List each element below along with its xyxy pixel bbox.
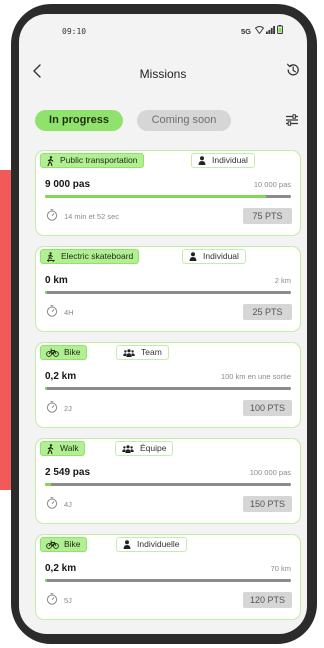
progress-fill [45, 387, 47, 390]
person-icon [123, 540, 131, 549]
mode-label: Team [141, 347, 162, 357]
status-icons [255, 25, 283, 34]
skateboard-icon [47, 251, 55, 262]
category-badge: Bike [40, 537, 87, 552]
filter-icon[interactable] [285, 113, 299, 127]
clock-icon [46, 497, 58, 509]
category-label: Public transportation [60, 155, 138, 165]
phone-screen: 09:10 5G Missions In progress Coming soo… [19, 14, 307, 634]
walk-icon [47, 443, 54, 454]
status-time: 09:10 [62, 27, 87, 36]
points-badge: 100 PTS [243, 400, 292, 416]
mode-label: Individuelle [137, 539, 180, 549]
category-badge: Public transportation [40, 153, 144, 168]
time-remaining: 5J [64, 596, 72, 605]
walk-icon [47, 155, 54, 166]
person-icon [189, 252, 197, 261]
signal-icon [266, 25, 275, 34]
mode-badge: Individual [182, 249, 246, 264]
history-icon[interactable] [285, 62, 301, 78]
clock-icon [46, 593, 58, 605]
battery-icon [277, 25, 283, 34]
progress-bar [45, 195, 291, 198]
clock-icon [46, 305, 58, 317]
clock-icon [46, 401, 58, 413]
points-badge: 120 PTS [243, 592, 292, 608]
mode-badge: Team [116, 345, 169, 360]
points-badge: 75 PTS [243, 208, 292, 224]
target-value: 10 000 pas [253, 180, 291, 189]
progress-value: 9 000 pas [45, 179, 91, 190]
category-badge: Bike [40, 345, 87, 360]
mode-label: Individual [212, 155, 248, 165]
category-label: Walk [60, 443, 79, 453]
progress-bar [45, 483, 291, 486]
time-remaining: 14 min et 52 sec [64, 212, 120, 221]
mode-badge: Individual [191, 153, 255, 168]
mode-badge: Équipe [115, 441, 174, 456]
points-badge: 25 PTS [243, 304, 292, 320]
mission-card[interactable]: Public transportation Individual 9 000 p… [35, 150, 301, 236]
category-badge: Electric skateboard [40, 249, 140, 264]
progress-value: 0,2 km [45, 563, 77, 574]
page-title: Missions [139, 67, 187, 81]
network-label: 5G [241, 27, 252, 36]
bike-icon [46, 348, 59, 357]
time-remaining: 4H [64, 308, 74, 317]
progress-bar [45, 579, 291, 582]
progress-bar [45, 387, 291, 390]
app-header: Missions [19, 58, 307, 88]
mode-badge: Individuelle [116, 537, 187, 552]
mission-card[interactable]: Bike Individuelle 0,2 km 70 km 5J 120 PT… [35, 534, 301, 620]
mode-label: Équipe [140, 443, 167, 453]
tab-coming-soon[interactable]: Coming soon [137, 110, 231, 131]
mode-label: Individual [203, 251, 239, 261]
progress-value: 0,2 km [45, 371, 77, 382]
category-label: Bike [64, 347, 81, 357]
clock-icon [46, 209, 58, 221]
progress-bar [45, 291, 291, 294]
mission-tabs: In progress Coming soon [19, 110, 307, 136]
person-icon [198, 156, 206, 165]
mission-card[interactable]: Bike Team 0,2 km 100 km en une sortie 2J… [35, 342, 301, 428]
target-value: 100 km en une sortie [220, 372, 291, 381]
target-value: 2 km [274, 276, 291, 285]
mission-card[interactable]: Electric skateboard Individual 0 km 2 km… [35, 246, 301, 332]
team-icon [123, 348, 135, 357]
status-bar: 09:10 5G [19, 14, 307, 50]
time-remaining: 4J [64, 500, 72, 509]
team-icon [122, 444, 134, 453]
progress-value: 2 549 pas [45, 467, 91, 478]
time-remaining: 2J [64, 404, 72, 413]
bike-icon [46, 540, 59, 549]
progress-fill [45, 483, 52, 486]
progress-value: 0 km [45, 275, 68, 286]
wifi-icon [255, 25, 264, 34]
category-label: Bike [64, 539, 81, 549]
category-badge: Walk [40, 441, 85, 456]
category-label: Electric skateboard [61, 251, 134, 261]
target-value: 100 000 pas [249, 468, 291, 477]
stage: 09:10 5G Missions In progress Coming soo… [0, 0, 324, 648]
tab-in-progress[interactable]: In progress [35, 110, 123, 131]
points-badge: 150 PTS [243, 496, 292, 512]
progress-fill [45, 579, 47, 582]
progress-fill [45, 291, 47, 294]
target-value: 70 km [270, 564, 291, 573]
mission-card[interactable]: Walk Équipe 2 549 pas 100 000 pas 4J 150… [35, 438, 301, 524]
progress-fill [45, 195, 267, 198]
